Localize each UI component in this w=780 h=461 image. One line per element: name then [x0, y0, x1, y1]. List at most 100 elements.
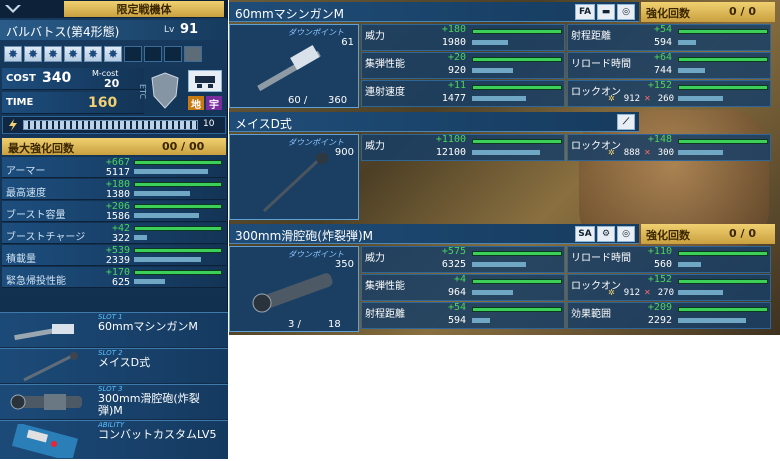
unit-name: バルバトス(第4形態) [6, 25, 120, 39]
weapon-stat-base-bar [472, 290, 513, 295]
weapon-stat-base-bar [678, 262, 701, 267]
max-enhance-label: 最大強化回数 [8, 142, 74, 155]
part-slot-icon[interactable]: ✸ [44, 46, 62, 62]
weapon-enhance-badge: 強化回数 0 / 0 [641, 2, 775, 22]
part-slot-icon[interactable]: ✸ [64, 46, 82, 62]
weapon-stat-plus: +4 [453, 274, 466, 285]
unit-stat-row: 緊急帰投性能 +170 625 [2, 267, 226, 288]
weapon-stat-base-bar [678, 150, 723, 155]
sensor-icon: ◎ [617, 4, 635, 20]
ability-kit-icon [4, 422, 92, 461]
weapon-stat-base-bar [678, 96, 723, 101]
weapon-stat-value: 964 [447, 287, 466, 298]
empty-slot[interactable] [164, 46, 182, 62]
stat-base-bar [134, 191, 190, 196]
weapon-stat-bonus-bar [472, 279, 562, 284]
empty-slot[interactable] [144, 46, 162, 62]
cannon-icon [244, 265, 344, 315]
stat-label: アーマー [6, 166, 46, 177]
level-value: 91 [180, 22, 199, 37]
weapon-stat-cell: 射程距離 +54 594 [361, 302, 565, 329]
weapon-stat-plus: +148 [647, 134, 672, 145]
unit-stat-row: ブースト容量 +206 1586 [2, 201, 226, 222]
unit-stat-row: アーマー +667 5117 [2, 157, 226, 178]
weapon-name: 60mmマシンガンM [235, 7, 345, 21]
weapon-stat-base-bar [472, 262, 526, 267]
gear-icon: ⚙ [597, 226, 615, 242]
target-icon: ✲ [608, 94, 615, 103]
unit-top-bar: 限定戦機体 [0, 0, 228, 18]
weapon-badge: SA [575, 226, 595, 242]
stat-base-bar [134, 169, 208, 174]
weapon-enhance-label: 強化回数 [646, 229, 690, 242]
weapon-name: メイスD式 [235, 117, 292, 131]
terrain-ground-badge: 地 [188, 96, 204, 111]
weapon-stat-label: 集弾性能 [365, 281, 405, 292]
weapon-stat-cell: 威力 +575 6325 [361, 246, 565, 273]
weapon-stat-bonus-bar [678, 85, 768, 90]
weapon-stat-label: 威力 [365, 141, 385, 152]
weapon-header: 60mmマシンガンM FA ▬ ◎ [229, 2, 639, 22]
stat-label: 緊急帰投性能 [6, 276, 66, 287]
weapon-header: 300mm滑腔砲(炸裂弾)M SA ⚙ ◎ [229, 224, 639, 244]
weapon-stat-bonus-bar [472, 29, 562, 34]
sensor-icon: ◎ [617, 226, 635, 242]
weapon-stat-value: 594 [653, 37, 672, 48]
weapon-stat-base-bar [678, 318, 746, 323]
weapon-slot-3[interactable]: SLOT 3 300mm滑腔砲(炸裂弾)M [0, 384, 228, 419]
max-enhance-row: 最大強化回数 00 / 00 [2, 138, 226, 155]
gauge-row: 10 [2, 116, 226, 134]
weapon-slot-1[interactable]: SLOT 1 60mmマシンガンM [0, 312, 228, 347]
weapon-enhance-value: 0 / 0 [729, 227, 756, 240]
weapon-stat-plus: +209 [647, 302, 672, 313]
weapon-stat-base-bar [472, 150, 540, 155]
weapon-stat-label: 射程距離 [571, 31, 611, 42]
shield-icon [148, 70, 182, 112]
max-enhance-value: 00 / 00 [162, 140, 205, 153]
machinegun-icon [244, 43, 344, 93]
weapon-slot-2[interactable]: SLOT 2 メイスD式 [0, 348, 228, 383]
weapon-stat-value: 920 [447, 65, 466, 76]
weapon-stat-plus: +180 [441, 24, 466, 35]
machinegun-icon [4, 316, 92, 346]
part-slot-icon[interactable]: ✸ [84, 46, 102, 62]
stat-value: 322 [111, 233, 130, 244]
stat-base-bar [134, 257, 201, 262]
weapon-stat-plus: +152 [647, 274, 672, 285]
part-slot-icon[interactable]: ✸ [104, 46, 122, 62]
weapon-badge: FA [575, 4, 595, 20]
stat-base-bar [134, 213, 199, 218]
ammo-current: 3 / [288, 319, 301, 330]
weapon-card-2: メイスD式 ⟋ ダウンポイント 900 威力 +1100 12100 ロックオン +148 ✲ 88… [229, 112, 780, 222]
empty-slot[interactable] [124, 46, 142, 62]
weapon-stat-cell: 連射速度 +11 1477 [361, 80, 565, 107]
weapon-stat-plus: +1100 [435, 134, 466, 145]
unit-stat-row: ブーストチャージ +42 322 [2, 223, 226, 244]
weapon-stat-value: 12100 [435, 147, 466, 158]
weapon-stat-cell: リロード時間 +110 560 [567, 246, 771, 273]
part-slot-icon[interactable]: ✸ [24, 46, 42, 62]
weapon-image-panel: ダウンポイント 61 60 /360 [229, 24, 359, 108]
weapon-stat-cell: ロックオン +152 ✲ 912 ✕ 270 [567, 274, 771, 301]
weapon-slot-4[interactable]: ABILITY コンバットカスタムLV5 [0, 420, 228, 461]
lockon-value-b: 300 [657, 148, 674, 158]
weapon-enhance-badge: 強化回数 0 / 0 [641, 224, 775, 244]
lockon-value-a: 912 [623, 288, 640, 298]
unit-category-badge: 限定戦機体 [64, 1, 224, 17]
weapon-stat-bonus-bar [678, 251, 768, 256]
sword-icon: ⟋ [617, 114, 635, 130]
weapon-stat-bonus-bar [678, 307, 768, 312]
part-slot-row: ✸ ✸ ✸ ✸ ✸ ✸ [4, 46, 202, 62]
weapon-stat-bonus-bar [472, 307, 562, 312]
weapon-stat-label: 集弾性能 [365, 59, 405, 70]
etc-label: ETC [138, 84, 147, 100]
weapon-stat-label: リロード時間 [571, 253, 631, 264]
weapon-stat-label: 威力 [365, 253, 385, 264]
weapon-stat-cell: 集弾性能 +4 964 [361, 274, 565, 301]
weapon-stat-plus: +110 [647, 246, 672, 257]
time-label: TIME [6, 97, 34, 108]
part-slot-icon[interactable]: ✸ [4, 46, 22, 62]
weapon-stat-bonus-bar [472, 139, 562, 144]
stat-value: 5117 [105, 167, 130, 178]
unit-type-icon [188, 70, 222, 92]
